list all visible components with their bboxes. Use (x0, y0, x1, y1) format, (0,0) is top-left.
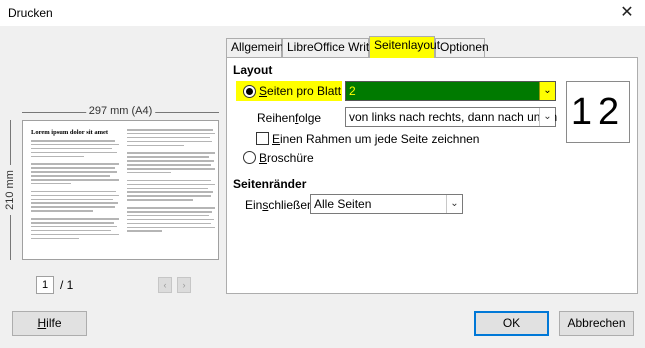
chevron-right-icon[interactable]: › (177, 277, 191, 293)
width-dimension: 297 mm (A4) (22, 105, 219, 118)
height-label: 210 mm (4, 165, 16, 215)
title-bar: Drucken ✕ (0, 0, 645, 26)
tab-seitenlayout[interactable]: Seitenlayout (369, 36, 440, 58)
ok-button[interactable]: OK (474, 311, 549, 336)
order-select[interactable]: von links nach rechts, dann nach unten ⌄ (345, 107, 558, 127)
tab-libreoffice-writer[interactable]: LibreOffice Writer (282, 38, 380, 57)
pages-per-sheet-select[interactable]: 2 ⌄ (345, 81, 556, 101)
chevron-down-icon[interactable]: ⌄ (539, 82, 555, 100)
width-label: 297 mm (A4) (85, 105, 156, 117)
cancel-button[interactable]: Abbrechen (559, 311, 634, 336)
border-checkbox-label[interactable]: Einen Rahmen um jede Seite zeichnen (272, 132, 479, 146)
preview-heading: Lorem ipsum dolor sit amet (31, 129, 109, 136)
preview-page-right (127, 129, 215, 234)
print-preview: Lorem ipsum dolor sit amet (22, 120, 219, 260)
chevron-down-icon[interactable]: ⌄ (446, 195, 462, 213)
include-label: Einschließen (245, 198, 314, 212)
layout-section-title: Layout (233, 63, 273, 77)
pages-per-sheet-label[interactable]: Seiten pro Blatt (259, 84, 341, 98)
help-button[interactable]: Hilfe (12, 311, 87, 336)
tab-optionen[interactable]: Optionen (435, 38, 489, 57)
brochure-label[interactable]: Broschüre (259, 151, 314, 165)
preview-page-left: Lorem ipsum dolor sit amet (31, 129, 119, 241)
tab-allgemein[interactable]: Allgemein (226, 38, 284, 57)
close-icon[interactable]: ✕ (617, 3, 637, 23)
chevron-left-icon[interactable]: ‹ (158, 277, 172, 293)
order-value: von links nach rechts, dann nach unten (349, 110, 558, 124)
border-checkbox[interactable] (256, 132, 269, 145)
pages-per-sheet-radio[interactable] (243, 85, 256, 98)
height-dimension: 210 mm (4, 120, 17, 260)
include-select[interactable]: Alle Seiten ⌄ (310, 194, 463, 214)
margins-section-title: Seitenränder (233, 177, 307, 191)
page-number-input[interactable]: 1 (36, 276, 54, 294)
pages-per-sheet-value: 2 (349, 84, 356, 98)
pages-layout-preview: 12 (566, 81, 630, 143)
order-label: Reihenfolge (257, 111, 322, 125)
page-total: / 1 (60, 278, 74, 292)
brochure-radio[interactable] (243, 151, 256, 164)
chevron-down-icon[interactable]: ⌄ (539, 108, 555, 126)
include-value: Alle Seiten (314, 197, 372, 211)
window-title: Drucken (8, 6, 53, 20)
